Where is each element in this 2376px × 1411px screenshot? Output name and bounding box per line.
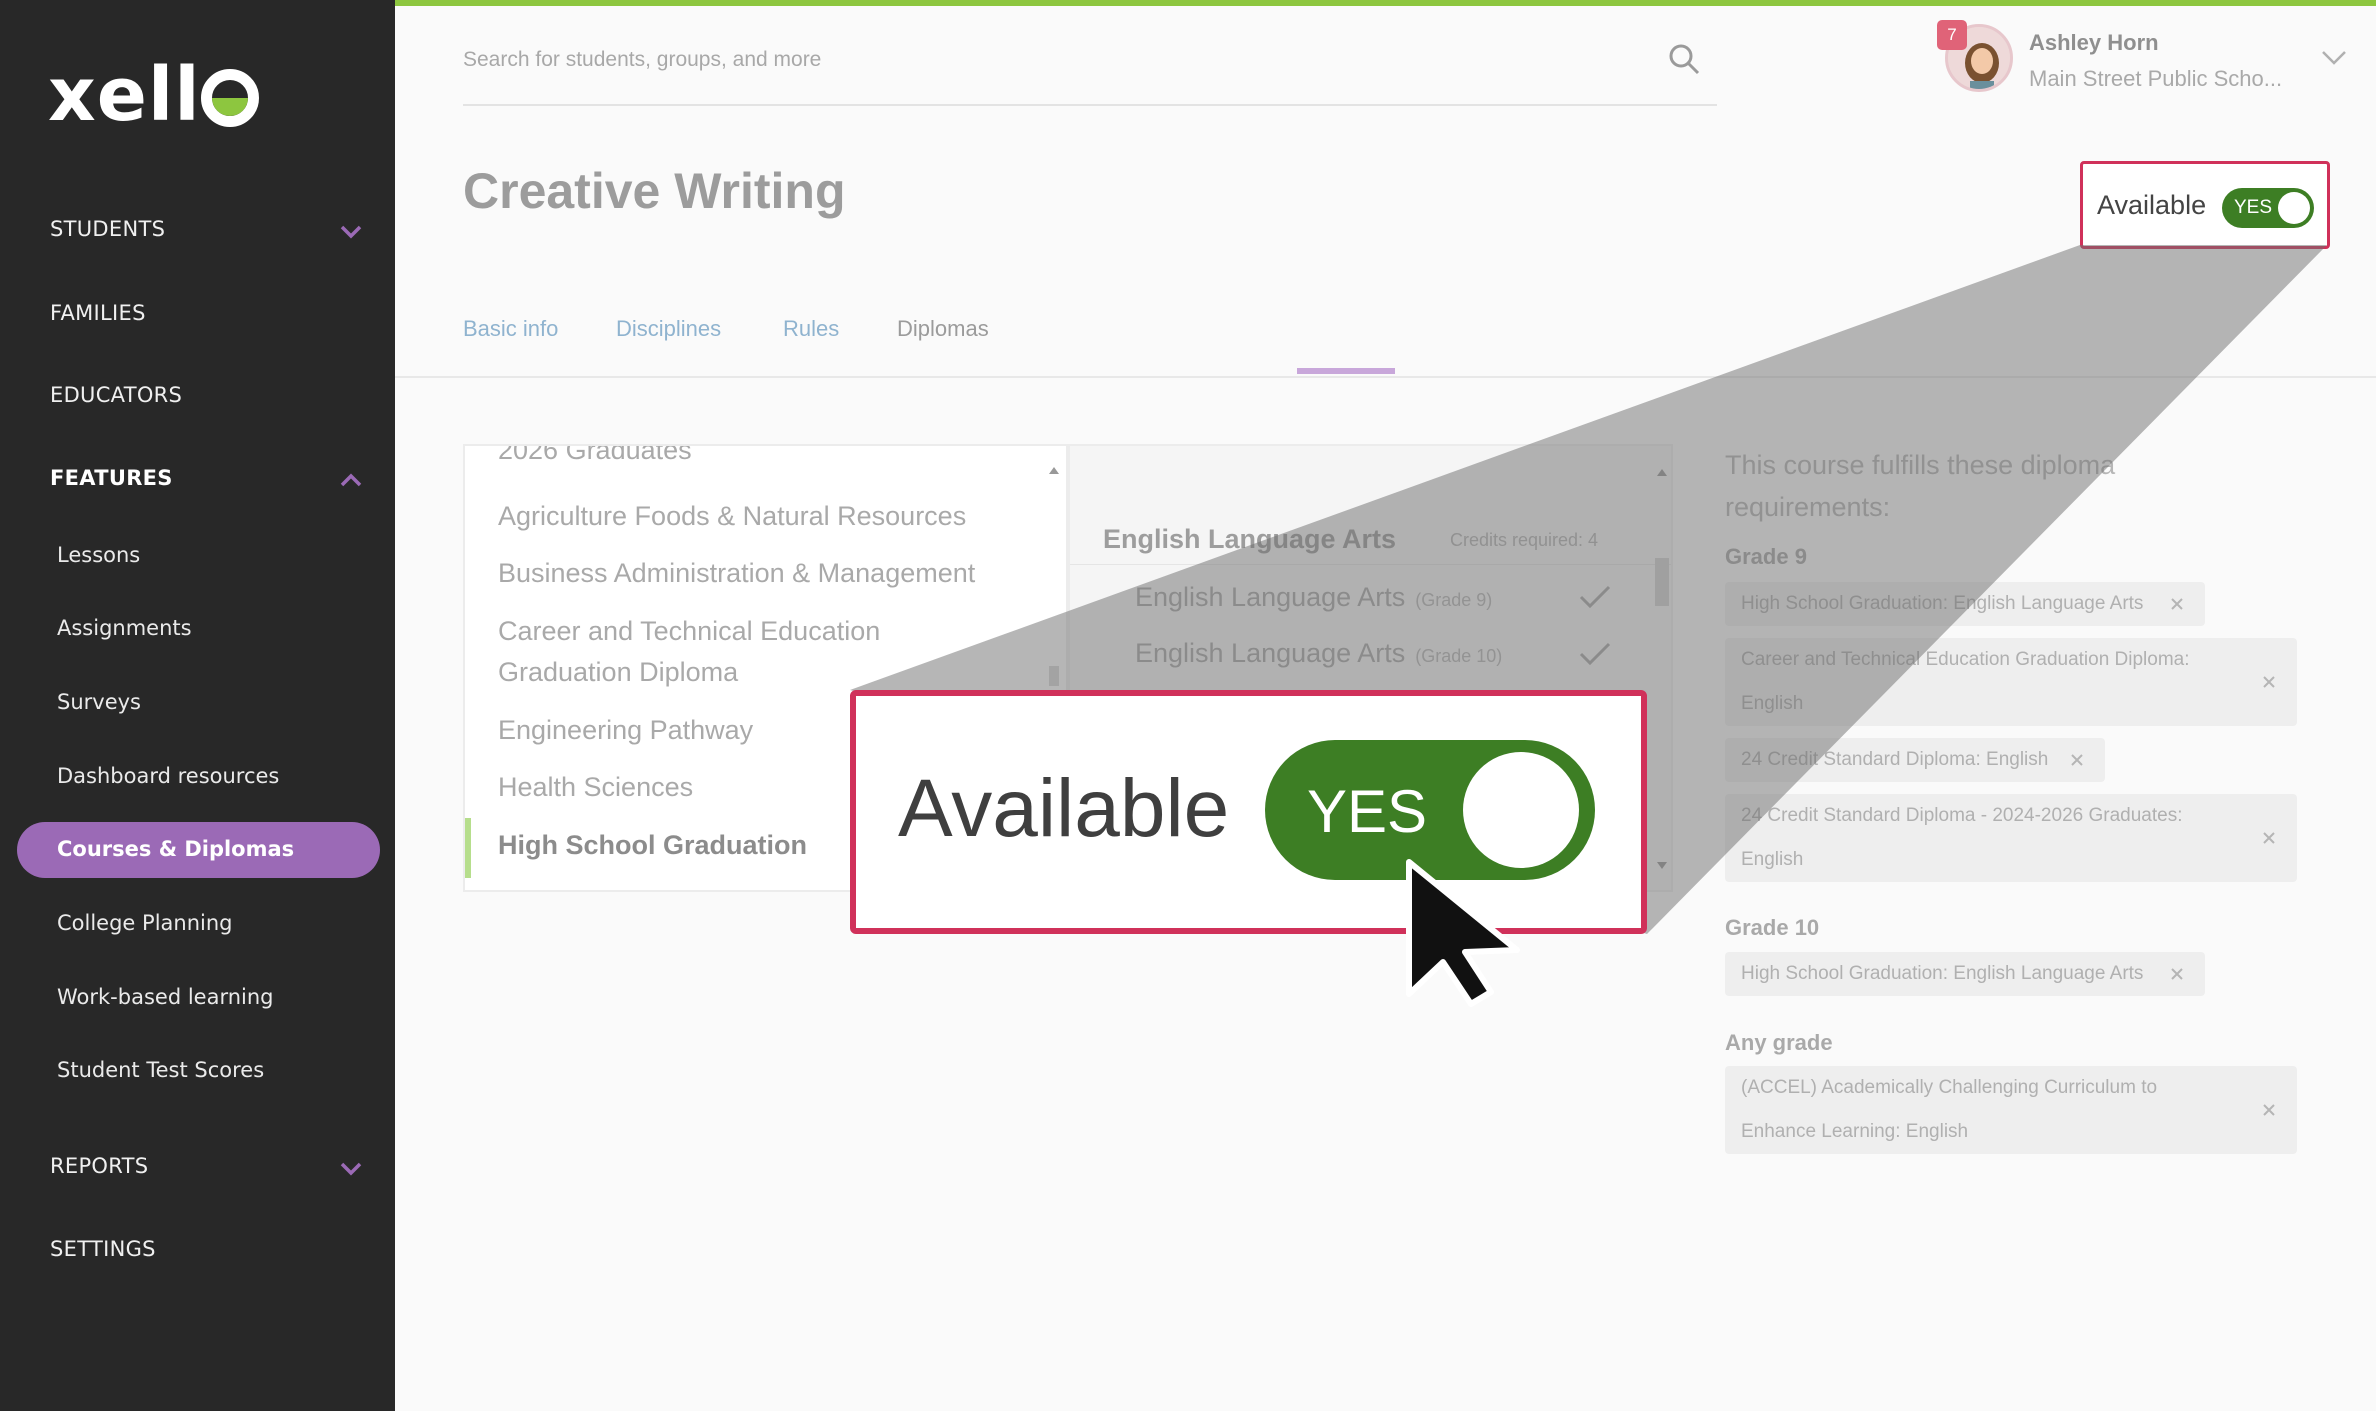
sidebar: xello STUDENTS FAMILIES EDUCATORS FEATUR…: [0, 0, 395, 1411]
fulfills-title-line2: requirements:: [1725, 492, 1891, 522]
nav-courses-diplomas-label: Courses & Diplomas: [57, 837, 295, 861]
user-school: Main Street Public Scho...: [2029, 66, 2283, 91]
tab-rules[interactable]: Rules: [783, 316, 839, 342]
list-item[interactable]: Engineering Pathway: [498, 710, 753, 751]
nav-features[interactable]: FEATURES: [50, 466, 173, 490]
availability-label: Available: [2097, 190, 2207, 220]
search-icon[interactable]: [1667, 42, 1701, 76]
tab-disciplines[interactable]: Disciplines: [616, 316, 721, 342]
chip-label: High School Graduation: English Language…: [1741, 593, 2144, 614]
mouse-pointer-icon: [1406, 859, 1520, 1007]
requirement-chip: 24 Credit Standard Diploma: English: [1725, 738, 2105, 782]
tab-diplomas[interactable]: Diplomas: [897, 316, 989, 342]
toggle-state: YES: [2234, 197, 2273, 218]
tab-divider: [395, 376, 2376, 378]
scroll-up-icon[interactable]: [1655, 466, 1669, 480]
user-menu[interactable]: 7 Ashley Horn Main Street Public Scho...: [1937, 16, 2365, 96]
check-icon[interactable]: [1578, 641, 1612, 667]
requirement-name: English Language Arts: [1135, 582, 1406, 612]
list-item[interactable]: Business Administration & Management: [498, 553, 975, 594]
requirement-grade: (Grade 10): [1415, 646, 1503, 666]
nav-families[interactable]: FAMILIES: [50, 301, 146, 325]
nav-settings[interactable]: SETTINGS: [50, 1237, 156, 1261]
chip-label-continued: English: [1741, 693, 1804, 714]
active-tab-indicator: [1297, 368, 1395, 374]
requirement-grade: (Grade 9): [1415, 590, 1493, 610]
chip-label: Career and Technical Education Graduatio…: [1741, 649, 2190, 670]
selected-indicator: [465, 818, 471, 878]
requirement-row[interactable]: English Language Arts (Grade 9): [1135, 582, 1492, 613]
nav-college-planning[interactable]: College Planning: [57, 911, 233, 935]
list-item[interactable]: Career and Technical Education: [498, 611, 880, 652]
chip-label: 24 Credit Standard Diploma - 2024-2026 G…: [1741, 805, 2183, 826]
requirement-chip: Career and Technical Education Graduatio…: [1725, 638, 2297, 726]
nav-student-test-scores[interactable]: Student Test Scores: [57, 1058, 264, 1082]
fulfills-title-line1: This course fulfills these diploma: [1725, 450, 2116, 480]
scroll-up-icon[interactable]: [1047, 464, 1061, 478]
zoom-availability-label: Available: [898, 763, 1230, 854]
list-item[interactable]: 2026 Graduates: [498, 446, 692, 471]
logo-o-icon: [201, 69, 259, 127]
requirement-name: English Language Arts: [1135, 638, 1406, 668]
tab-basic-info[interactable]: Basic info: [463, 316, 558, 342]
check-icon[interactable]: [1578, 584, 1612, 610]
requirement-row[interactable]: English Language Arts (Grade 10): [1135, 638, 1502, 669]
chevron-down-icon[interactable]: [2319, 46, 2349, 70]
list-item-continued[interactable]: Graduation Diploma: [498, 652, 738, 693]
nav-educators[interactable]: EDUCATORS: [50, 383, 182, 407]
credits-required: Credits required: 4: [1450, 530, 1599, 550]
user-name: Ashley Horn: [2029, 30, 2159, 55]
requirement-chip: 24 Credit Standard Diploma - 2024-2026 G…: [1725, 794, 2297, 882]
close-icon[interactable]: [2259, 672, 2279, 692]
scrollbar-thumb[interactable]: [1049, 666, 1059, 686]
notification-badge[interactable]: 7: [1937, 20, 1967, 50]
xello-logo[interactable]: xello: [48, 55, 262, 135]
grade-10-heading: Grade 10: [1725, 915, 1820, 940]
nav-surveys[interactable]: Surveys: [57, 690, 141, 714]
close-icon[interactable]: [2067, 750, 2087, 770]
requirement-chip: High School Graduation: English Language…: [1725, 952, 2205, 996]
any-grade-heading: Any grade: [1725, 1030, 1833, 1055]
grade-9-heading: Grade 9: [1725, 544, 1807, 569]
requirement-chip: (ACCEL) Academically Challenging Curricu…: [1725, 1066, 2297, 1154]
nav-lessons[interactable]: Lessons: [57, 543, 140, 567]
scroll-down-icon[interactable]: [1655, 858, 1669, 872]
chip-label-continued: Enhance Learning: English: [1741, 1121, 1969, 1142]
scrollbar-thumb[interactable]: [1655, 558, 1669, 606]
close-icon[interactable]: [2259, 1100, 2279, 1120]
chevron-down-icon[interactable]: [338, 1156, 364, 1182]
page-title: Creative Writing: [463, 163, 846, 219]
nav-dashboard-resources[interactable]: Dashboard resources: [57, 764, 279, 788]
chip-label: High School Graduation: English Language…: [1741, 963, 2144, 984]
search-bar[interactable]: Search for students, groups, and more: [463, 36, 1717, 106]
close-icon[interactable]: [2167, 964, 2187, 984]
close-icon[interactable]: [2167, 594, 2187, 614]
availability-toggle[interactable]: YES: [2222, 188, 2314, 228]
search-input[interactable]: Search for students, groups, and more: [463, 48, 821, 72]
chevron-down-icon[interactable]: [338, 219, 364, 245]
nav-courses-diplomas[interactable]: Courses & Diplomas: [17, 822, 380, 878]
chip-label: 24 Credit Standard Diploma: English: [1741, 749, 2049, 770]
availability-highlight: Available YES: [2080, 161, 2330, 249]
nav-students[interactable]: STUDENTS: [50, 217, 165, 241]
zoom-toggle-state: YES: [1307, 778, 1428, 845]
nav-reports[interactable]: REPORTS: [50, 1154, 148, 1178]
nav-assignments[interactable]: Assignments: [57, 616, 192, 640]
chip-label-continued: English: [1741, 849, 1804, 870]
close-icon[interactable]: [2259, 828, 2279, 848]
chevron-up-icon[interactable]: [338, 467, 364, 493]
diploma-requirements-fulfilled: This course fulfills these diploma requi…: [1725, 444, 2325, 1154]
nav-work-based-learning[interactable]: Work-based learning: [57, 985, 274, 1009]
chip-label: (ACCEL) Academically Challenging Curricu…: [1741, 1077, 2158, 1098]
requirement-chip: High School Graduation: English Language…: [1725, 582, 2205, 626]
list-item[interactable]: Agriculture Foods & Natural Resources: [498, 496, 966, 537]
requirement-heading: English Language Arts: [1103, 524, 1397, 554]
toggle-knob: [2278, 192, 2310, 224]
list-item-selected[interactable]: High School Graduation: [498, 825, 807, 866]
zoom-toggle-knob: [1463, 752, 1579, 868]
list-item[interactable]: Health Sciences: [498, 767, 693, 808]
